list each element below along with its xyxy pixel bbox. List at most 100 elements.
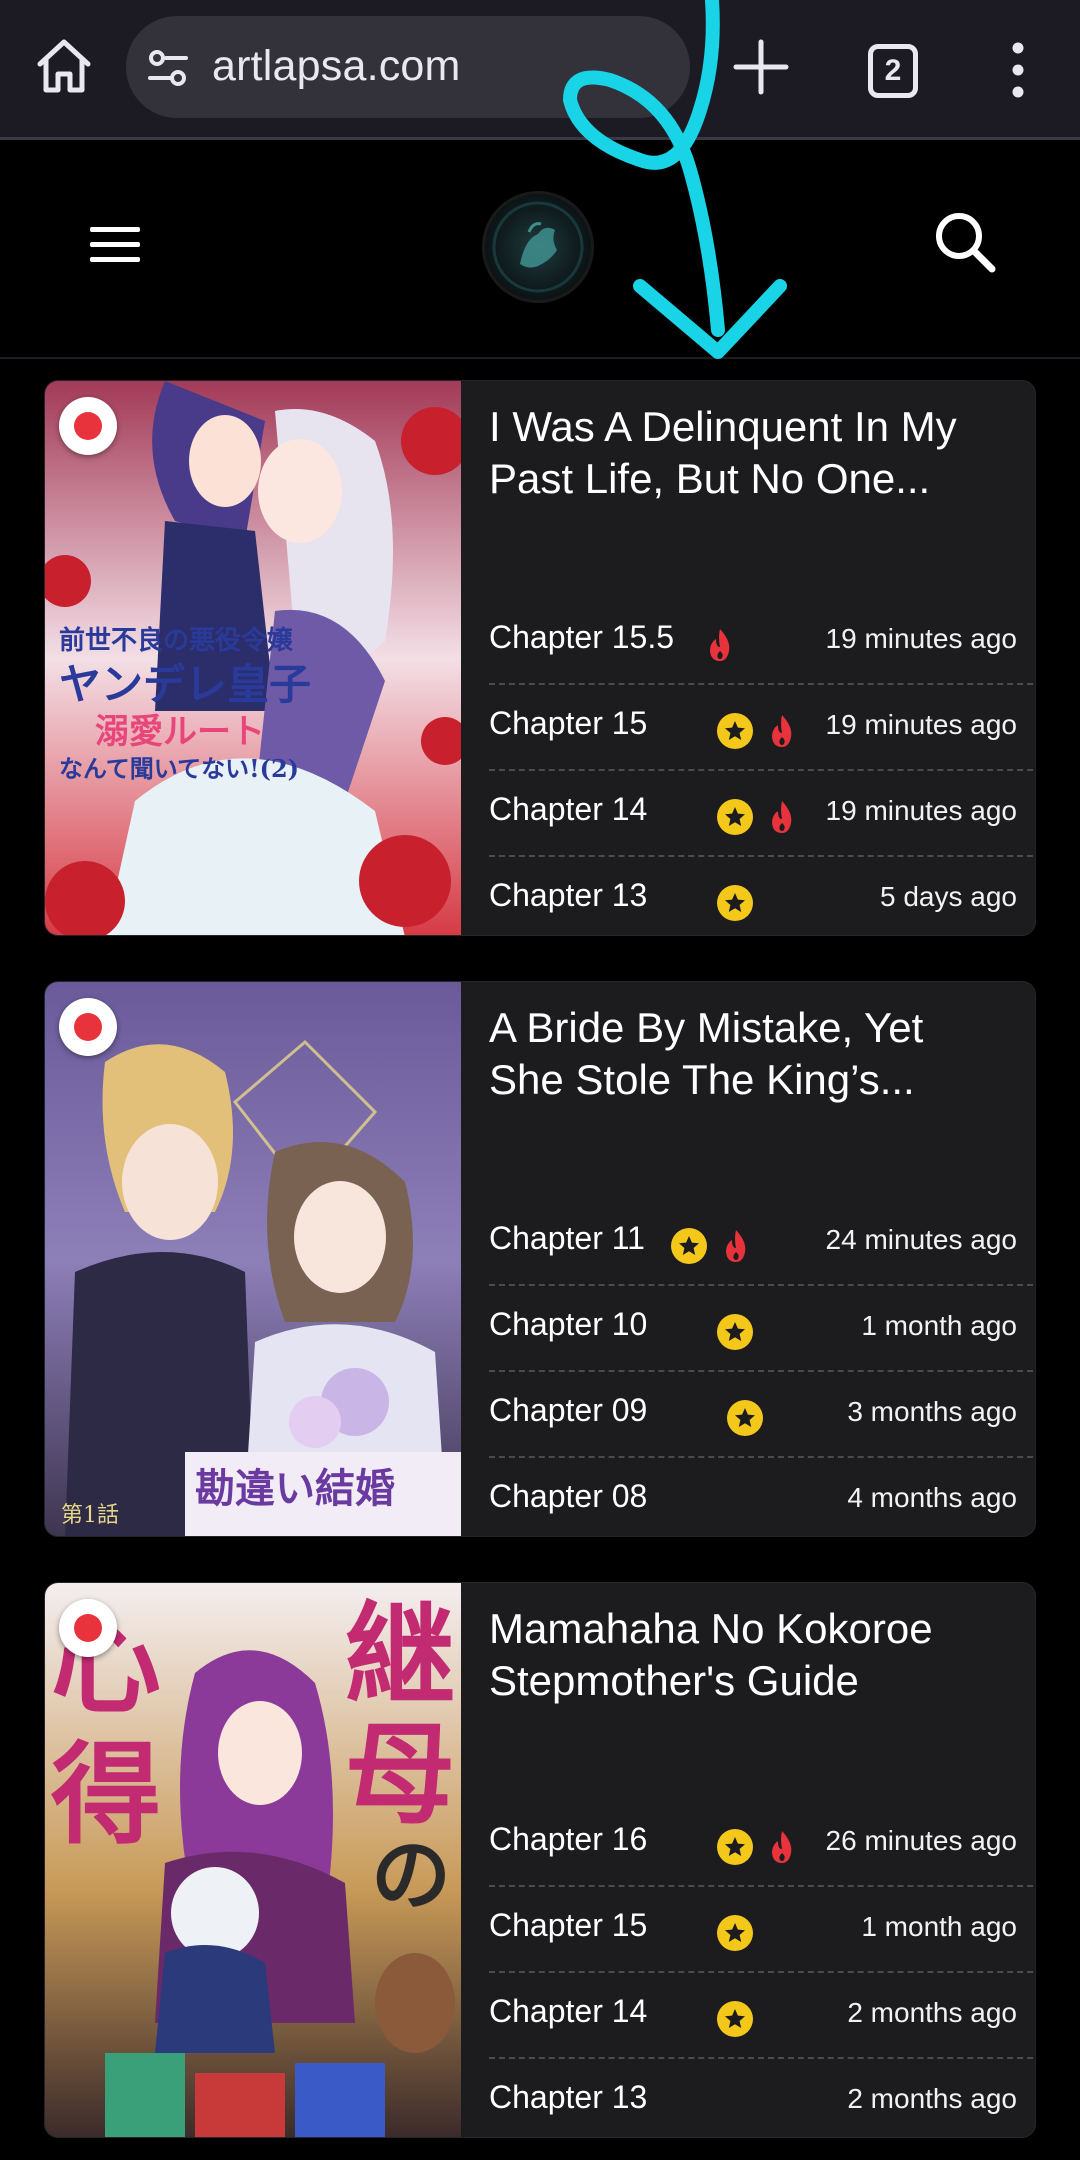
fire-icon (772, 715, 792, 747)
chapter-list: Chapter 15.5 19 minutes ago Chapter 15 1… (489, 599, 1035, 935)
chapter-icons (717, 1999, 753, 2039)
chapter-time: 4 months ago (847, 1482, 1017, 1513)
chapter-time: 19 minutes ago (825, 623, 1017, 654)
hamburger-menu-icon[interactable] (88, 223, 142, 267)
chapter-row[interactable]: Chapter 16 26 minutes ago (489, 1801, 1035, 1887)
chapter-time: 2 months ago (847, 1997, 1017, 2028)
chapter-link[interactable]: Chapter 16 (489, 1821, 647, 1858)
chapter-time: 1 month ago (861, 1310, 1017, 1341)
manga-card[interactable]: 心 得 継 母 の Mamahaha No Kokoroe Stepmother… (44, 1582, 1036, 2138)
hot-badge-icon (59, 998, 117, 1056)
site-settings-icon[interactable] (146, 46, 190, 90)
address-bar[interactable]: artlapsa.com (126, 16, 690, 118)
chapter-row[interactable]: Chapter 15 19 minutes ago (489, 685, 1035, 771)
star-icon (717, 799, 753, 835)
cover-image[interactable]: 勘違い結婚 第1話 (45, 982, 461, 1536)
chapter-row[interactable]: Chapter 13 2 months ago (489, 2059, 1035, 2137)
chapter-list: Chapter 16 26 minutes ago Chapter 15 1 m… (489, 1801, 1035, 2137)
cover-image[interactable]: 前世不良の悪役令嬢 ヤンデレ皇子 溺愛ルート なんて聞いてない!(2) (45, 381, 461, 935)
tab-switcher-button[interactable]: 2 (868, 44, 918, 98)
chapter-time: 19 minutes ago (825, 795, 1017, 826)
svg-text:ヤンデレ皇子: ヤンデレ皇子 (59, 660, 311, 709)
browser-toolbar: artlapsa.com 2 (0, 0, 1080, 140)
chapter-link[interactable]: Chapter 14 (489, 791, 647, 828)
chapter-time: 2 months ago (847, 2083, 1017, 2114)
star-icon (717, 713, 753, 749)
chapter-time: 26 minutes ago (825, 1825, 1017, 1856)
chapter-icons (727, 1398, 763, 1438)
chapter-row[interactable]: Chapter 13 5 days ago (489, 857, 1035, 935)
star-icon (717, 1829, 753, 1865)
chapter-row[interactable]: Chapter 08 4 months ago (489, 1458, 1035, 1536)
new-tab-icon[interactable] (730, 36, 792, 98)
manga-title[interactable]: A Bride By Mistake, Yet She Stole The Ki… (489, 1002, 1009, 1106)
star-icon (717, 2001, 753, 2037)
svg-text:なんて聞いてない!(2): なんて聞いてない!(2) (59, 754, 299, 783)
chapter-icons (717, 883, 753, 923)
chapter-icons (717, 797, 797, 837)
star-icon (717, 1314, 753, 1350)
home-icon[interactable] (32, 34, 96, 98)
chapter-row[interactable]: Chapter 11 24 minutes ago (489, 1200, 1035, 1286)
chapter-icons (717, 711, 797, 751)
star-icon (717, 1915, 753, 1951)
chapter-link[interactable]: Chapter 08 (489, 1478, 647, 1515)
manga-card[interactable]: 勘違い結婚 第1話 A Bride By Mistake, Yet She St… (44, 981, 1036, 1537)
svg-text:母: 母 (345, 1710, 455, 1839)
chapter-link[interactable]: Chapter 14 (489, 1993, 647, 2030)
logo-emblem-icon (492, 201, 584, 293)
chapter-link[interactable]: Chapter 11 (489, 1220, 645, 1257)
cover-illustration: 心 得 継 母 の (45, 1583, 461, 2137)
svg-text:溺愛ルート: 溺愛ルート (95, 712, 265, 752)
chapter-row[interactable]: Chapter 14 2 months ago (489, 1973, 1035, 2059)
chapter-row[interactable]: Chapter 10 1 month ago (489, 1286, 1035, 1372)
fire-icon (772, 1831, 792, 1863)
chapter-list: Chapter 11 24 minutes ago Chapter 10 1 m… (489, 1200, 1035, 1536)
manga-title[interactable]: Mamahaha No Kokoroe Stepmother's Guide (489, 1603, 1009, 1707)
chapter-link[interactable]: Chapter 15 (489, 705, 647, 742)
fire-icon (772, 801, 792, 833)
search-icon[interactable] (932, 209, 998, 275)
chapter-time: 24 minutes ago (825, 1224, 1017, 1255)
chapter-link[interactable]: Chapter 13 (489, 877, 647, 914)
url-text[interactable]: artlapsa.com (212, 42, 461, 91)
svg-text:継: 継 (345, 1590, 455, 1719)
chapter-time: 1 month ago (861, 1911, 1017, 1942)
cover-illustration: 前世不良の悪役令嬢 ヤンデレ皇子 溺愛ルート なんて聞いてない!(2) (45, 381, 461, 935)
chapter-link[interactable]: Chapter 13 (489, 2079, 647, 2116)
cover-illustration: 勘違い結婚 第1話 (45, 982, 461, 1536)
cover-image[interactable]: 心 得 継 母 の (45, 1583, 461, 2137)
chapter-row[interactable]: Chapter 15.5 19 minutes ago (489, 599, 1035, 685)
chapter-icons (717, 1913, 753, 1953)
chapter-icons (705, 625, 735, 665)
chapter-row[interactable]: Chapter 14 19 minutes ago (489, 771, 1035, 857)
svg-text:勘違い結婚: 勘違い結婚 (195, 1465, 395, 1512)
svg-text:の: の (371, 1828, 451, 1922)
chapter-time: 5 days ago (880, 881, 1017, 912)
hot-badge-icon (59, 1599, 117, 1657)
more-menu-icon[interactable] (1000, 40, 1036, 100)
star-icon (717, 885, 753, 921)
chapter-icons (671, 1226, 751, 1266)
chapter-link[interactable]: Chapter 15.5 (489, 619, 674, 656)
site-header (0, 143, 1080, 359)
manga-title[interactable]: I Was A Delinquent In My Past Life, But … (489, 401, 1009, 505)
star-icon (671, 1228, 707, 1264)
fire-icon (726, 1230, 746, 1262)
chapter-time: 19 minutes ago (825, 709, 1017, 740)
chapter-row[interactable]: Chapter 15 1 month ago (489, 1887, 1035, 1973)
svg-text:前世不良の悪役令嬢: 前世不良の悪役令嬢 (59, 625, 294, 656)
chapter-icons (717, 1312, 753, 1352)
chapter-time: 3 months ago (847, 1396, 1017, 1427)
chapter-link[interactable]: Chapter 15 (489, 1907, 647, 1944)
chapter-row[interactable]: Chapter 09 3 months ago (489, 1372, 1035, 1458)
fire-icon (710, 629, 730, 661)
hot-badge-icon (59, 397, 117, 455)
svg-text:第1話: 第1話 (61, 1503, 119, 1528)
chapter-link[interactable]: Chapter 10 (489, 1306, 647, 1343)
chapter-icons (717, 1827, 797, 1867)
manga-card[interactable]: 前世不良の悪役令嬢 ヤンデレ皇子 溺愛ルート なんて聞いてない!(2) I Wa… (44, 380, 1036, 936)
site-logo[interactable] (482, 191, 594, 303)
chapter-link[interactable]: Chapter 09 (489, 1392, 647, 1429)
svg-text:得: 得 (51, 1730, 161, 1859)
